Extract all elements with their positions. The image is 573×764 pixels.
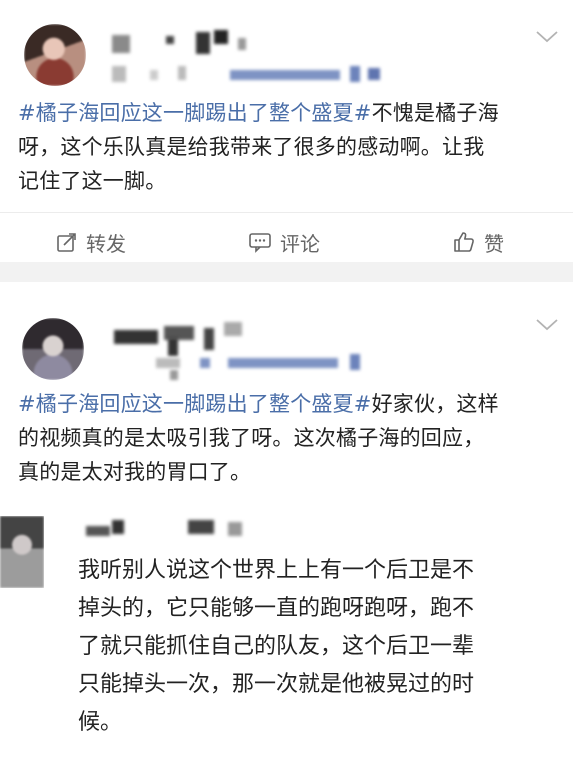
comment-label: 评论 bbox=[280, 231, 320, 256]
avatar[interactable] bbox=[22, 318, 84, 380]
chevron-down-icon[interactable] bbox=[535, 28, 559, 49]
like-icon bbox=[452, 230, 476, 254]
chevron-down-icon[interactable] bbox=[535, 316, 559, 337]
comment-icon bbox=[248, 231, 272, 253]
repost-icon bbox=[56, 231, 78, 253]
post-text: #橘子海回应这一脚踢出了整个盛夏#不愧是橘子海 呀，这个乐队真是给我带来了很多的… bbox=[18, 101, 499, 193]
repost-label: 转发 bbox=[86, 231, 126, 256]
like-label: 赞 bbox=[484, 231, 504, 256]
hashtag-link[interactable]: #橘子海回应这一脚踢出了整个盛夏# bbox=[18, 101, 372, 125]
avatar[interactable] bbox=[0, 516, 44, 588]
comment-text: 我听别人说这个世界上上有一个后卫是不 掉头的，它只能够一直的跑呀跑呀，跑不 了就… bbox=[78, 558, 475, 735]
avatar[interactable] bbox=[24, 24, 86, 86]
card-separator bbox=[0, 262, 573, 282]
post-card-2: #橘子海回应这一脚踢出了整个盛夏#好家伙，这样 的视频真的是太吸引我了呀。这次橘… bbox=[0, 282, 573, 492]
post-text: #橘子海回应这一脚踢出了整个盛夏#好家伙，这样 的视频真的是太吸引我了呀。这次橘… bbox=[18, 392, 499, 484]
comment-card: 我听别人说这个世界上上有一个后卫是不 掉头的，它只能够一直的跑呀跑呀，跑不 了就… bbox=[0, 492, 573, 764]
hashtag-link[interactable]: #橘子海回应这一脚踢出了整个盛夏# bbox=[18, 392, 372, 416]
post-card-1: #橘子海回应这一脚踢出了整个盛夏#不愧是橘子海 呀，这个乐队真是给我带来了很多的… bbox=[0, 0, 573, 262]
